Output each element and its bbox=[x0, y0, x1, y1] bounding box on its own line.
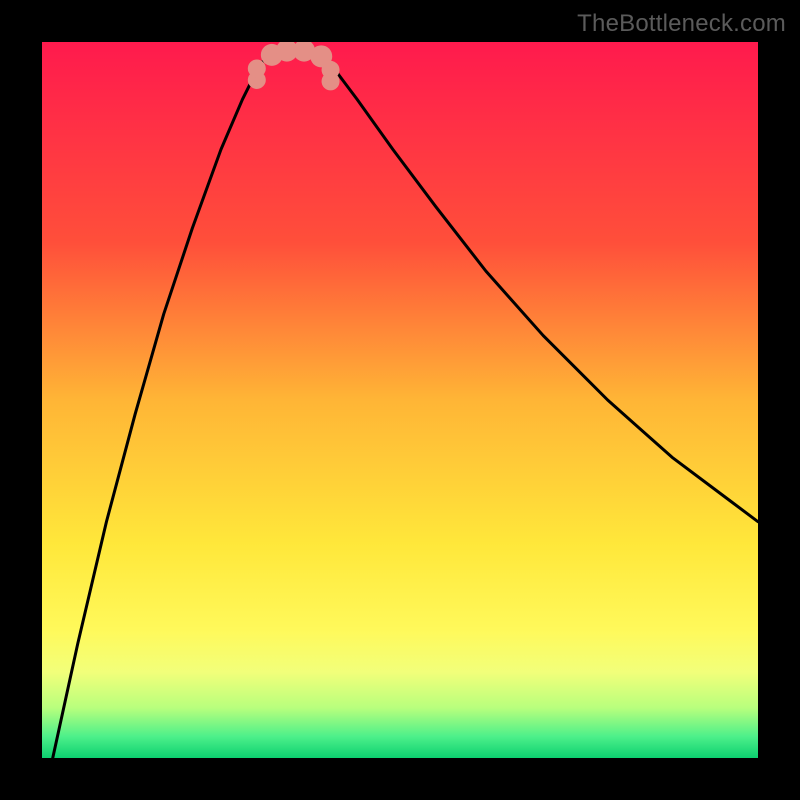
chart-frame: TheBottleneck.com bbox=[0, 0, 800, 800]
watermark-text: TheBottleneck.com bbox=[577, 10, 786, 38]
highlight-dot bbox=[248, 59, 266, 77]
plot-area bbox=[42, 42, 758, 758]
gradient-background bbox=[42, 42, 758, 758]
highlight-dot bbox=[322, 61, 340, 79]
chart-svg bbox=[42, 42, 758, 758]
